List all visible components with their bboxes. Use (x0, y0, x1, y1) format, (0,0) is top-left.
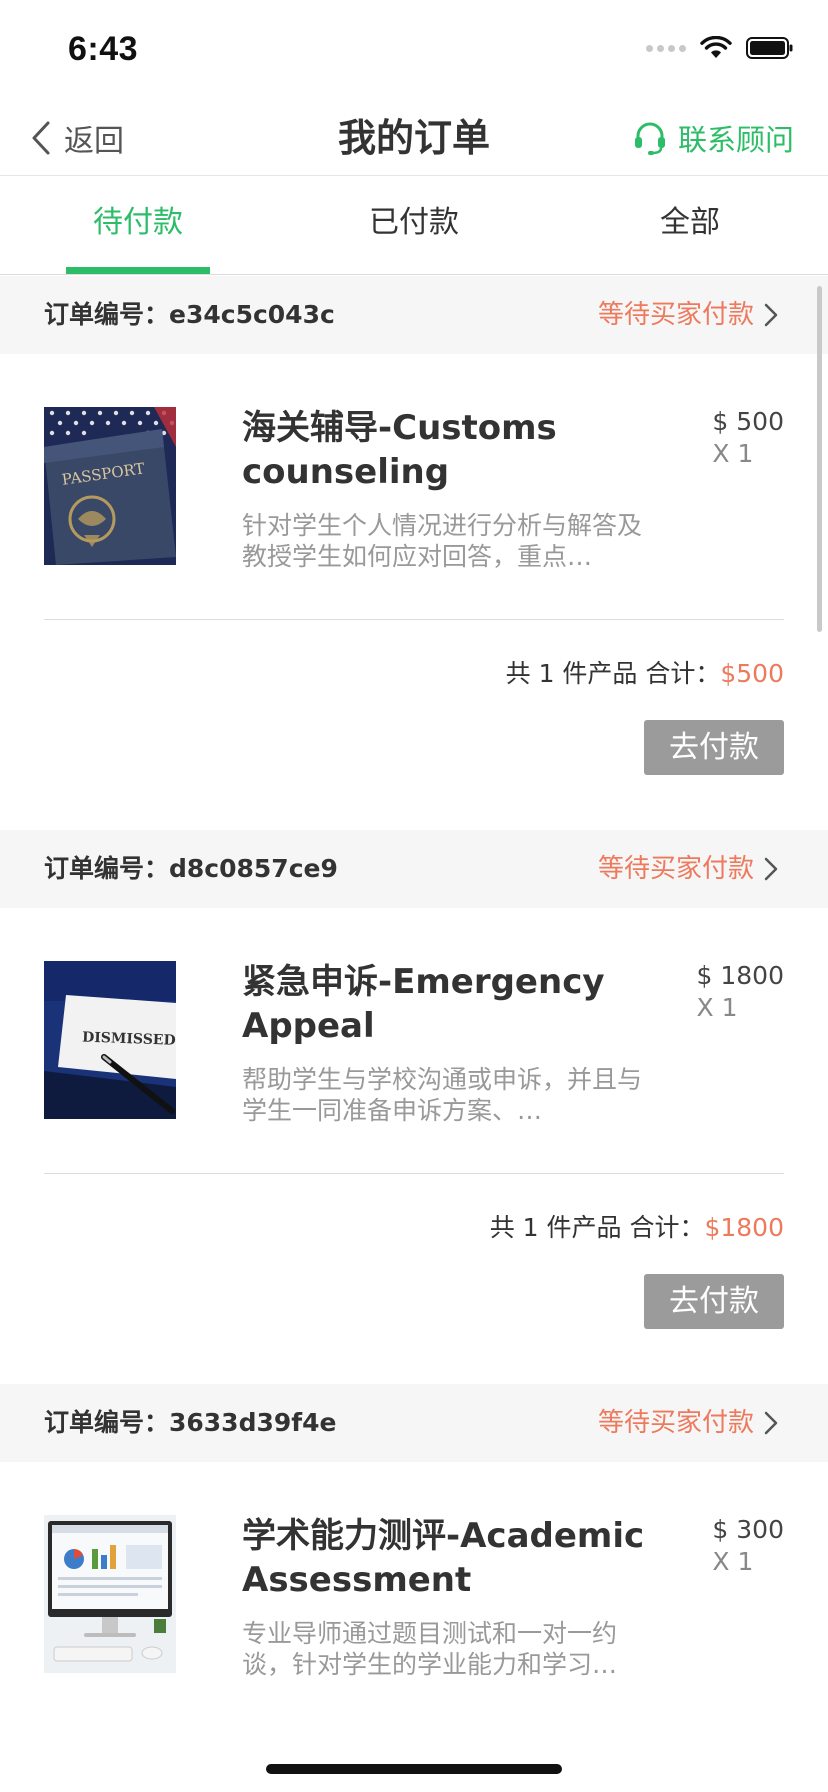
home-indicator[interactable] (266, 1764, 562, 1774)
product-description: 专业导师通过题目测试和一对一约谈，针对学生的学业能力和学习… (242, 1619, 618, 1679)
order-card: 订单编号：e34c5c043c 等待买家付款 PASSPORT 海关辅导-Cus… (0, 276, 828, 830)
price-value: $ 300 (712, 1515, 784, 1544)
status-bar: 6:43 (0, 0, 828, 100)
order-body[interactable]: PASSPORT 海关辅导-Customs counseling 针对学生个人情… (0, 354, 828, 830)
quantity: X 1 (696, 993, 738, 1022)
chevron-right-icon (764, 303, 778, 327)
product-description: 帮助学生与学校沟通或申诉，并且与学生一同准备申诉方案、… (242, 1065, 643, 1125)
pay-button[interactable]: 去付款 (644, 720, 784, 775)
order-summary: 共 1 件产品 合计：$1800 (490, 1208, 784, 1244)
product-price: $ 500 X 1 (712, 406, 784, 470)
order-number: 订单编号：3633d39f4e (44, 1408, 337, 1437)
summary-prefix: 共 1 件产品 合计： (505, 659, 721, 688)
order-tabs: 待付款 已付款 全部 (0, 177, 828, 275)
order-total: $500 (720, 659, 784, 688)
contact-advisor-label: 联系顾问 (677, 123, 794, 157)
quantity: X 1 (712, 1547, 754, 1576)
order-total: $1800 (704, 1213, 784, 1242)
order-summary: 共 1 件产品 合计：$500 (506, 654, 784, 690)
product-title: 紧急申诉-Emergency Appeal (242, 962, 605, 1046)
order-card: 订单编号：3633d39f4e 等待买家付款 学术能力测评-Academic A… (0, 1384, 828, 1746)
contact-advisor-button[interactable]: 联系顾问 (632, 108, 794, 168)
order-number: 订单编号：d8c0857ce9 (44, 854, 338, 883)
divider (44, 1173, 784, 1174)
back-label: 返回 (64, 124, 124, 159)
quantity: X 1 (712, 439, 754, 468)
battery-icon (746, 37, 793, 59)
nav-bar: 返回 我的订单 联系顾问 (0, 100, 828, 176)
wifi-icon (700, 36, 732, 58)
tab-label: 已付款 (369, 205, 459, 240)
order-header: 订单编号：e34c5c043c 等待买家付款 (0, 276, 828, 354)
product-image-passport: PASSPORT (44, 407, 176, 565)
dismissed-text: DISMISSED (82, 1030, 176, 1049)
status-time: 6:43 (68, 30, 139, 68)
tab-all[interactable]: 全部 (552, 177, 828, 274)
order-body[interactable]: DISMISSED 紧急申诉-Emergency Appeal 帮助学生与学校沟… (0, 908, 828, 1384)
chevron-left-icon (32, 121, 50, 155)
cellular-signal-icon (646, 44, 686, 52)
order-status-label: 等待买家付款 (597, 1408, 754, 1438)
price-value: $ 500 (712, 407, 784, 436)
status-icons (646, 36, 794, 60)
product-price: $ 300 X 1 (712, 1514, 784, 1578)
headset-icon (634, 122, 665, 155)
order-status-link[interactable]: 等待买家付款 (598, 1384, 778, 1462)
order-status-link[interactable]: 等待买家付款 (598, 276, 778, 354)
order-status-link[interactable]: 等待买家付款 (598, 830, 778, 908)
chevron-right-icon (764, 1411, 778, 1435)
product-image-computer (44, 1515, 176, 1673)
summary-prefix: 共 1 件产品 合计： (489, 1213, 705, 1242)
product-title: 学术能力测评-Academic Assessment (242, 1516, 645, 1600)
order-number: 订单编号：e34c5c043c (44, 300, 335, 329)
tab-active-indicator (66, 267, 210, 274)
order-status-label: 等待买家付款 (597, 854, 754, 884)
divider (44, 619, 784, 620)
order-header: 订单编号：3633d39f4e 等待买家付款 (0, 1384, 828, 1462)
chevron-right-icon (764, 857, 778, 881)
order-card: 订单编号：d8c0857ce9 等待买家付款 DISMISSED 紧急申诉-Em… (0, 830, 828, 1384)
product-image-dismissed: DISMISSED (44, 961, 176, 1119)
tab-label: 待付款 (93, 205, 183, 240)
product-title: 海关辅导-Customs counseling (242, 408, 557, 492)
tab-label: 全部 (660, 205, 720, 240)
scrollbar[interactable] (817, 286, 822, 632)
pay-button[interactable]: 去付款 (644, 1274, 784, 1329)
back-button[interactable]: 返回 (30, 108, 124, 168)
tab-pending-payment[interactable]: 待付款 (0, 177, 276, 274)
order-header: 订单编号：d8c0857ce9 等待买家付款 (0, 830, 828, 908)
tab-paid[interactable]: 已付款 (276, 177, 552, 274)
order-list[interactable]: 订单编号：e34c5c043c 等待买家付款 PASSPORT 海关辅导-Cus… (0, 276, 828, 1746)
price-value: $ 1800 (696, 961, 784, 990)
product-price: $ 1800 X 1 (697, 960, 784, 1024)
product-description: 针对学生个人情况进行分析与解答及教授学生如何应对回答，重点… (242, 511, 643, 571)
order-status-label: 等待买家付款 (597, 300, 754, 330)
order-body[interactable]: 学术能力测评-Academic Assessment 专业导师通过题目测试和一对… (0, 1462, 828, 1746)
